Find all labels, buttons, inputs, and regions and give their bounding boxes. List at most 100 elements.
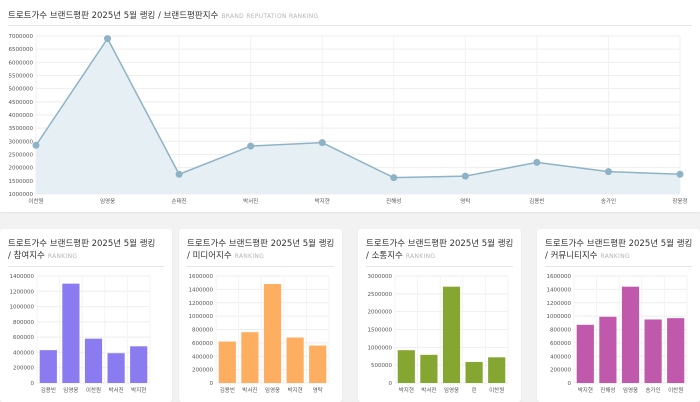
x-tick-label: 진해성 [386, 197, 401, 205]
y-tick-label: 1000000 [189, 314, 214, 320]
x-tick-label: 김용빈 [529, 197, 544, 205]
bar [576, 324, 594, 383]
y-tick-label: 2000000 [368, 310, 393, 316]
y-tick-label: 2500000 [9, 153, 34, 159]
y-tick-label: 600000 [192, 341, 213, 347]
x-tick-label: 박지현 [399, 386, 414, 394]
y-tick-label: 1200000 [10, 289, 35, 295]
main-chart-card: 트로트가수 브랜드평판 2025년 5월 랭킹 / 브랜드평판지수 BRAND R… [0, 0, 700, 212]
participation-bar-chart: 0 200000 400000 600000 800000 1000000 1200000 1… [10, 274, 151, 394]
y-tick-label: 200000 [192, 368, 213, 374]
x-tick-label: 이찬원 [86, 386, 101, 394]
communication-bar-chart: 0 500000 1000000 1500000 2000000 2500000 30000… [368, 274, 509, 394]
y-tick-label: 3500000 [9, 126, 34, 132]
y-tick-label: 1600000 [189, 274, 214, 280]
x-tick-label: 진해성 [600, 386, 615, 394]
y-tick-label: 1500000 [368, 328, 393, 334]
y-tick-label: 200000 [550, 368, 571, 374]
y-tick-label: 1200000 [547, 301, 572, 307]
y-tick-label: 1000000 [368, 345, 393, 351]
x-tick-label: 임영웅 [444, 386, 459, 394]
bar [286, 337, 304, 383]
x-tick-label: 임영웅 [63, 386, 78, 394]
data-point [604, 168, 612, 176]
y-tick-label: 0 [210, 381, 214, 387]
bar [667, 318, 685, 383]
x-tick-label: 영탁 [460, 197, 470, 205]
data-point [461, 172, 469, 180]
y-tick-label: 600000 [550, 341, 571, 347]
x-tick-label: 장윤정 [672, 198, 687, 205]
bar [39, 350, 57, 383]
y-tick-label: 5000000 [9, 87, 34, 93]
y-tick-label: 5500000 [9, 74, 34, 80]
y-tick-label: 400000 [192, 354, 213, 360]
bar [84, 338, 103, 383]
x-tick-label: 영탁 [313, 386, 323, 394]
community-bar-chart: 0 200000 400000 600000 800000 1000000 1200000 1… [547, 274, 688, 394]
y-tick-label: 800000 [550, 328, 571, 334]
bar [218, 341, 236, 383]
y-tick-label: 500000 [371, 363, 392, 369]
media-card: 트로트가수 브랜드평판 2025년 5월 랭킹 / 미디어지수 RANKING 0… [179, 229, 342, 402]
x-tick-label: 김용빈 [41, 386, 56, 394]
media-bar-chart: 0 200000 400000 600000 800000 1000000 1200000 1… [189, 274, 330, 394]
x-tick-label: 박지현 [131, 386, 146, 394]
y-tick-label: 6000000 [9, 60, 34, 66]
y-tick-label: 1200000 [189, 301, 214, 307]
y-tick-label: 7000000 [9, 34, 34, 40]
bar [309, 345, 327, 383]
x-tick-label: 임영웅 [100, 197, 115, 205]
y-tick-label: 1400000 [547, 287, 572, 293]
y-tick-label: 4000000 [9, 113, 34, 119]
x-tick-label: 송가인 [601, 197, 616, 205]
main-line-chart: 1000000 1500000 2000000 2500000 3000000 35000… [9, 34, 688, 205]
y-tick-label: 0 [389, 381, 393, 387]
data-point [247, 142, 255, 150]
bar [130, 346, 148, 383]
bar [62, 283, 80, 383]
participation-card: 트로트가수 브랜드평판 2025년 5월 랭킹 / 참여지수 RANKING 02… [0, 229, 172, 402]
y-tick-label: 1000000 [9, 192, 34, 198]
x-tick-label: 이찬원 [489, 386, 504, 394]
y-tick-label: 1000000 [10, 305, 35, 311]
x-tick-label: 박지현 [315, 197, 330, 205]
data-point [533, 158, 541, 166]
y-tick-label: 600000 [13, 335, 34, 341]
x-tick-label: 이찬원 [668, 386, 683, 394]
x-tick-label: 이찬원 [28, 197, 43, 205]
y-tick-label: 1500000 [9, 179, 34, 185]
y-tick-label: 3000000 [9, 139, 34, 145]
y-tick-label: 0 [568, 381, 572, 387]
bar [488, 357, 506, 383]
y-tick-label: 6500000 [9, 47, 34, 53]
x-tick-label: 박지현 [578, 386, 593, 394]
y-tick-label: 400000 [13, 350, 34, 356]
y-tick-label: 400000 [550, 354, 571, 360]
y-tick-label: 1600000 [547, 274, 572, 280]
y-tick-label: 200000 [13, 366, 34, 372]
x-tick-label: 박서진 [421, 386, 436, 394]
data-point [32, 141, 40, 149]
data-point [104, 35, 112, 43]
y-tick-label: 2500000 [368, 292, 393, 298]
y-tick-label: 4500000 [9, 100, 34, 106]
x-tick-label: 박서진 [109, 386, 124, 394]
data-point [390, 174, 398, 182]
community-card: 트로트가수 브랜드평판 2025년 5월 랭킹 / 커뮤니티지수 RANKING … [537, 229, 700, 402]
x-tick-label: 임영웅 [265, 386, 280, 394]
y-tick-label: 3000000 [368, 274, 393, 280]
data-point [175, 170, 183, 178]
bar [263, 284, 282, 383]
bar [599, 316, 617, 383]
y-tick-label: 1400000 [189, 287, 214, 293]
bar [465, 361, 483, 383]
x-tick-label: 손태진 [172, 197, 187, 205]
y-tick-label: 1000000 [547, 314, 572, 320]
bar [241, 332, 259, 383]
bar [397, 350, 415, 383]
bar [644, 319, 662, 383]
y-tick-label: 800000 [13, 320, 34, 326]
x-tick-label: 송가인 [646, 386, 661, 394]
data-point [676, 170, 684, 178]
